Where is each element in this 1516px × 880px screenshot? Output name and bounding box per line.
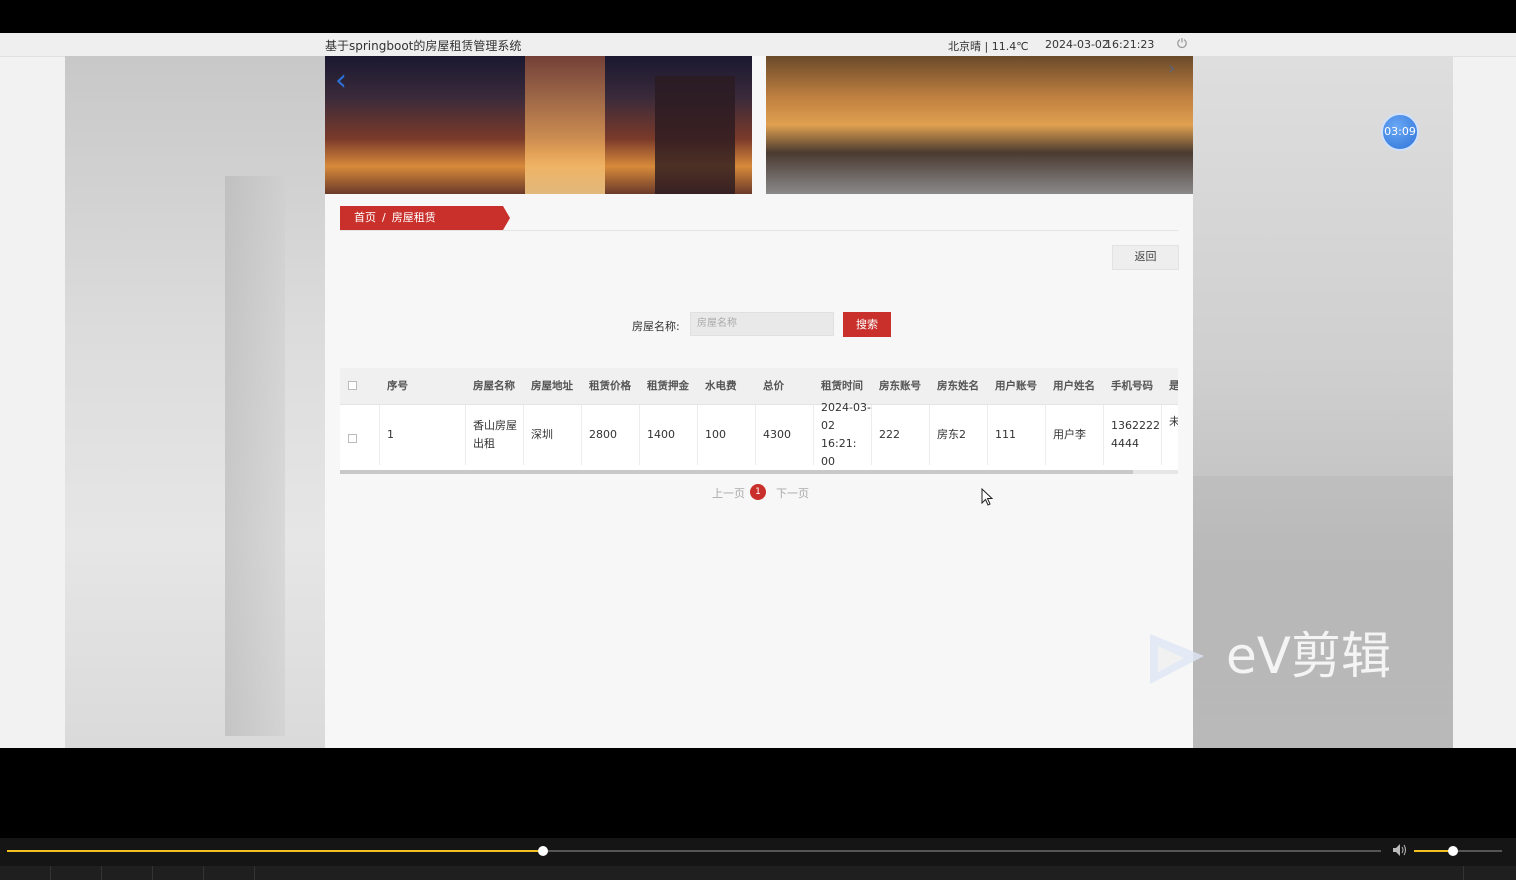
cell-user-account: 111 xyxy=(995,428,1016,441)
column-header: 用户姓名 xyxy=(1053,380,1095,392)
breadcrumb-tag: 首页 / 房屋租赁 xyxy=(340,206,510,230)
cell-phone-line2: 4444 xyxy=(1111,437,1139,450)
prev-page-link[interactable]: 上一页 xyxy=(712,485,752,501)
cell-landlord-account: 222 xyxy=(879,428,900,441)
banner-prev-icon[interactable]: ‹ xyxy=(335,66,347,96)
back-button[interactable]: 返回 xyxy=(1112,245,1179,270)
current-time: 16:21:23 xyxy=(1105,38,1155,51)
column-header: 手机号码 xyxy=(1111,380,1153,392)
search-button[interactable]: 搜索 xyxy=(843,312,891,337)
mouse-cursor-icon xyxy=(981,488,993,506)
cell-rent-time-line3: 00 xyxy=(821,455,835,468)
column-header: 用户账号 xyxy=(995,380,1037,392)
rental-table: 序号 房屋名称 房屋地址 租赁价格 租赁押金 水电费 总价 租赁时间 房东账号 … xyxy=(340,368,1178,471)
breadcrumb-home[interactable]: 首页 xyxy=(354,206,376,230)
breadcrumb-current: 房屋租赁 xyxy=(391,211,436,224)
row-checkbox[interactable] xyxy=(348,434,357,443)
background-left xyxy=(65,56,325,748)
main-content: ‹ › 首页 / 房屋租赁 返回 房屋名称: 房屋名称 搜索 序号 房屋名称 房屋地… xyxy=(325,56,1193,748)
volume-level xyxy=(1414,850,1453,852)
video-player-bar xyxy=(0,838,1516,880)
column-header: 房东姓名 xyxy=(937,380,979,392)
seek-bar[interactable] xyxy=(7,846,1381,856)
table-horizontal-scrollbar[interactable] xyxy=(340,470,1178,474)
power-icon[interactable] xyxy=(1176,37,1188,49)
cell-user-name: 用户李 xyxy=(1053,428,1086,441)
seek-progress xyxy=(7,850,543,852)
cell-rent-time: 2024-03- 02 16:21: 00 xyxy=(813,401,871,468)
next-page-link[interactable]: 下一页 xyxy=(776,485,816,501)
cell-price: 2800 xyxy=(589,428,617,441)
current-date: 2024-03-02 xyxy=(1045,38,1109,51)
column-header: 租赁押金 xyxy=(647,380,689,392)
volume-icon[interactable] xyxy=(1392,843,1408,857)
breadcrumb-separator: / xyxy=(382,211,386,224)
ev-logo-icon xyxy=(1150,634,1204,684)
cell-rent-time-line1: 2024-03- xyxy=(821,401,871,414)
cell-index: 1 xyxy=(387,428,394,441)
volume-slider[interactable] xyxy=(1414,846,1502,856)
cell-house-name-line2: 出租 xyxy=(473,437,495,450)
cell-rent-time-line2: 02 16:21: xyxy=(821,419,857,450)
cell-utility: 100 xyxy=(705,428,726,441)
column-header: 序号 xyxy=(387,380,408,392)
select-all-checkbox[interactable] xyxy=(348,381,357,390)
column-header: 是 xyxy=(1169,380,1178,392)
browser-viewport: 基于springboot的房屋租赁管理系统 北京晴 | 11.4℃ 2024-0… xyxy=(0,33,1516,748)
page-number-current[interactable]: 1 xyxy=(750,484,766,500)
breadcrumb: 首页 / 房屋租赁 xyxy=(340,206,1178,231)
weather-info: 北京晴 | 11.4℃ xyxy=(948,40,1029,53)
column-header: 房屋地址 xyxy=(531,380,573,392)
column-header: 房东账号 xyxy=(879,380,921,392)
banner-next-icon[interactable]: › xyxy=(1168,58,1175,79)
cell-phone: 1362222 4444 xyxy=(1103,405,1161,465)
cell-deposit: 1400 xyxy=(647,428,675,441)
banner-image-canal xyxy=(766,56,1193,194)
top-bar: 基于springboot的房屋租赁管理系统 北京晴 | 11.4℃ 2024-0… xyxy=(0,33,1516,57)
recording-timer: 03:09 xyxy=(1381,113,1419,151)
column-header: 房屋名称 xyxy=(473,380,515,392)
cell-status: 未 xyxy=(1169,415,1178,428)
search-label: 房屋名称: xyxy=(632,320,680,333)
seek-handle[interactable] xyxy=(537,846,548,856)
table-header: 序号 房屋名称 房屋地址 租赁价格 租赁押金 水电费 总价 租赁时间 房东账号 … xyxy=(340,368,1178,405)
banner-image-city xyxy=(325,56,752,194)
cell-house-name: 香山房屋 出租 xyxy=(465,405,523,465)
site-title: 基于springboot的房屋租赁管理系统 xyxy=(325,39,522,53)
watermark-text: eV剪辑 xyxy=(1226,627,1391,685)
cell-landlord-name: 房东2 xyxy=(937,428,966,441)
volume-handle[interactable] xyxy=(1447,846,1458,856)
player-control-strip xyxy=(0,866,1516,880)
column-header: 总价 xyxy=(763,380,784,392)
cell-total: 4300 xyxy=(763,428,791,441)
column-header: 水电费 xyxy=(705,380,737,392)
cell-house-name-line1: 香山房屋 xyxy=(473,419,517,432)
column-header: 租赁价格 xyxy=(589,380,631,392)
scrollbar-thumb[interactable] xyxy=(340,470,1133,474)
cell-phone-line1: 1362222 xyxy=(1111,419,1160,432)
house-name-search-input[interactable]: 房屋名称 xyxy=(690,312,834,336)
cell-address: 深圳 xyxy=(531,428,553,441)
